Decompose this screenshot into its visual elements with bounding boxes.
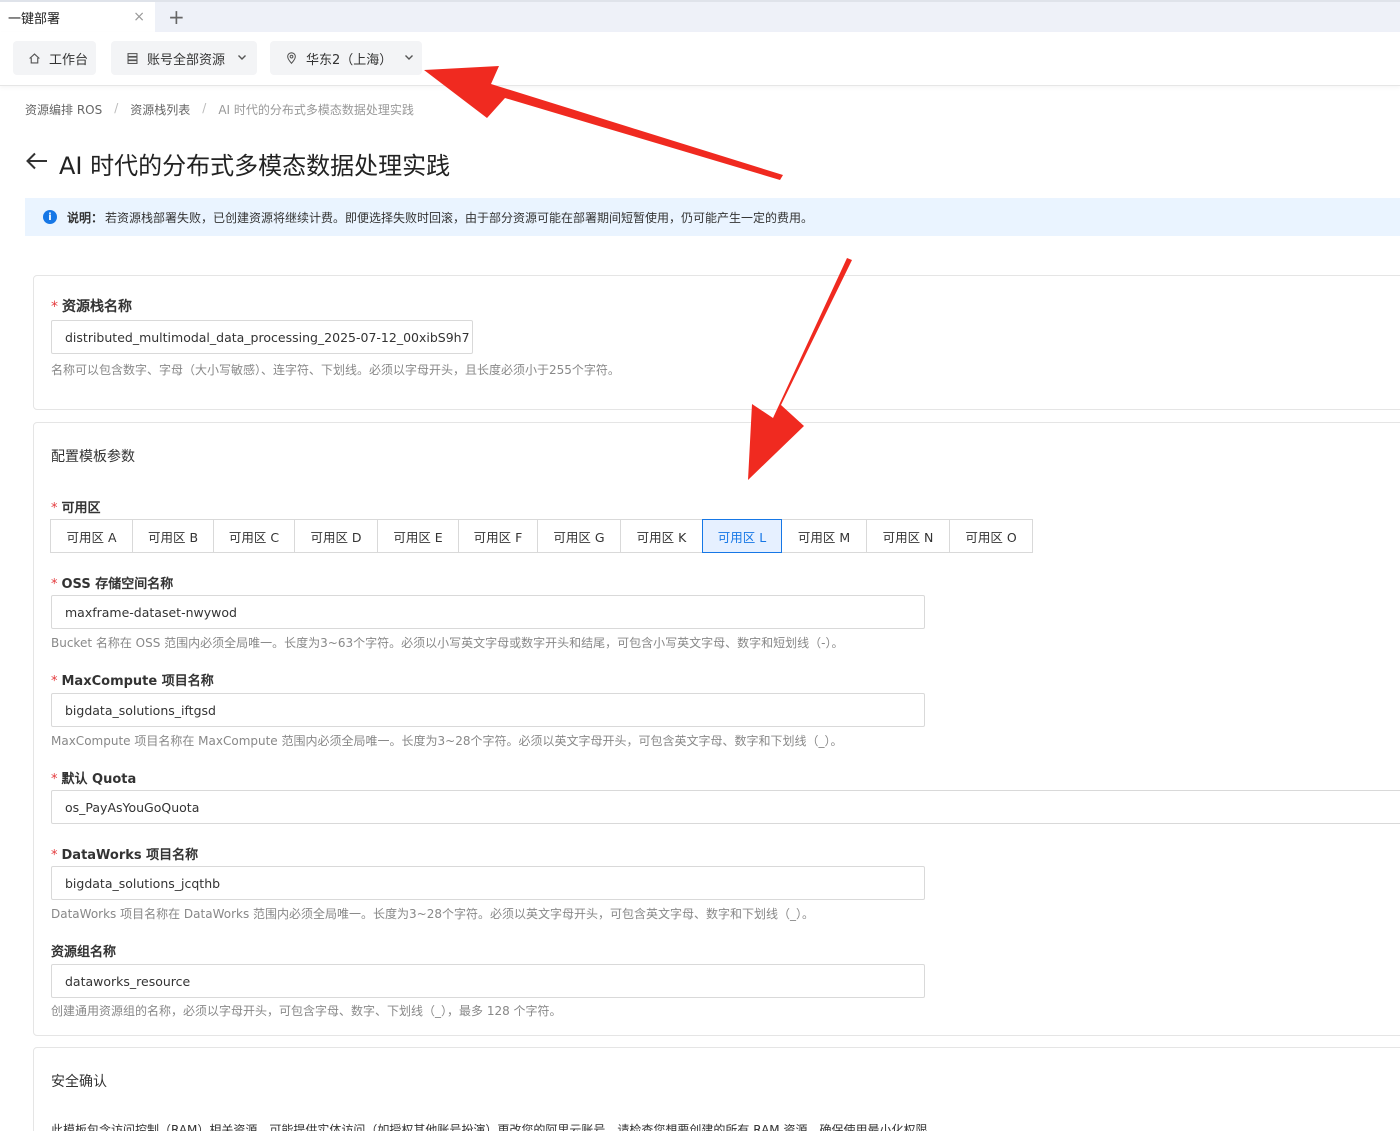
database-icon <box>125 51 139 65</box>
add-tab-icon[interactable]: + <box>168 5 185 29</box>
quota-input[interactable]: os_PayAsYouGoQuota <box>51 790 1400 824</box>
tab-one-click-deploy[interactable]: 一键部署 × <box>0 2 155 33</box>
breadcrumb-stack-list[interactable]: 资源栈列表 <box>130 101 190 118</box>
security-text: 此模板包含访问控制（RAM）相关资源，可能提供实体访问（如授权其他账号扮演）更改… <box>51 1123 940 1131</box>
zone-option[interactable]: 可用区 B <box>132 519 214 553</box>
security-confirm-card: 安全确认 此模板包含访问控制（RAM）相关资源，可能提供实体访问（如授权其他账号… <box>33 1047 1400 1131</box>
breadcrumb-separator: / <box>114 101 119 115</box>
zone-option[interactable]: 可用区 L <box>702 519 782 553</box>
region-selector[interactable]: 华东2（上海） <box>270 41 422 75</box>
config-section-title: 配置模板参数 <box>51 449 135 465</box>
maxcompute-label: * MaxCompute 项目名称 <box>51 674 214 689</box>
dataworks-help: DataWorks 项目名称在 DataWorks 范围内必须全局唯一。长度为3… <box>51 907 814 921</box>
zone-option[interactable]: 可用区 G <box>537 519 621 553</box>
close-icon[interactable]: × <box>133 9 145 25</box>
zone-option[interactable]: 可用区 O <box>949 519 1033 553</box>
workbench-button[interactable]: 工作台 <box>13 41 96 75</box>
zone-option[interactable]: 可用区 K <box>620 519 703 553</box>
breadcrumb-current: AI 时代的分布式多模态数据处理实践 <box>218 103 414 117</box>
back-arrow-icon[interactable] <box>25 150 49 178</box>
zone-option[interactable]: 可用区 D <box>294 519 378 553</box>
account-resources-dropdown[interactable]: 账号全部资源 <box>111 41 257 75</box>
info-notice: i 说明： 若资源栈部署失败，已创建资源将继续计费。即便选择失败时回滚，由于部分… <box>25 198 1400 236</box>
maxcompute-project-input[interactable]: bigdata_solutions_iftgsd <box>51 693 925 727</box>
stack-name-help: 名称可以包含数字、字母（大小写敏感）、连字符、下划线。必须以字母开头，且长度必须… <box>51 363 620 377</box>
tab-bar: 一键部署 × + <box>0 0 1400 33</box>
oss-help: Bucket 名称在 OSS 范围内必须全局唯一。长度为3~63个字符。必须以小… <box>51 636 844 650</box>
chevron-down-icon <box>404 52 414 65</box>
zone-selector: 可用区 A 可用区 B 可用区 C 可用区 D 可用区 E 可用区 F 可用区 G 可用区 K… <box>50 519 1033 553</box>
maxcompute-help: MaxCompute 项目名称在 MaxCompute 范围内必须全局唯一。长度… <box>51 734 843 748</box>
home-icon <box>27 51 41 65</box>
workbench-label: 工作台 <box>49 52 89 68</box>
notice-text: 若资源栈部署失败，已创建资源将继续计费。即便选择失败时回滚，由于部分资源可能在部… <box>105 210 814 225</box>
quota-label: * 默认 Quota <box>51 772 137 787</box>
dataworks-label: * DataWorks 项目名称 <box>51 848 199 863</box>
breadcrumb-ros[interactable]: 资源编排 ROS <box>25 101 102 118</box>
info-icon: i <box>43 210 57 224</box>
zone-option[interactable]: 可用区 N <box>866 519 950 553</box>
breadcrumb: 资源编排 ROS / 资源栈列表 / AI 时代的分布式多模态数据处理实践 <box>25 101 414 118</box>
resource-group-input[interactable]: dataworks_resource <box>51 964 925 998</box>
zone-option[interactable]: 可用区 C <box>213 519 295 553</box>
top-toolbar: 工作台 账号全部资源 华东2（上海） <box>0 32 1400 86</box>
dataworks-project-input[interactable]: bigdata_solutions_jcqthb <box>51 866 925 900</box>
security-section-title: 安全确认 <box>51 1074 107 1090</box>
resource-group-help: 创建通用资源组的名称，必须以字母开头，可包含字母、数字、下划线（_），最多 12… <box>51 1004 562 1018</box>
resource-group-label: 资源组名称 <box>51 945 117 960</box>
stack-name-input[interactable]: distributed_multimodal_data_processing_2… <box>51 320 473 354</box>
config-params-card: 配置模板参数 * 可用区 可用区 A 可用区 B 可用区 C 可用区 D 可用区 E 可用区… <box>33 422 1400 1036</box>
tab-title: 一键部署 <box>8 12 61 27</box>
location-pin-icon <box>284 51 298 65</box>
zone-label: * 可用区 <box>51 501 101 516</box>
region-label: 华东2（上海） <box>306 52 393 68</box>
zone-option[interactable]: 可用区 M <box>781 519 867 553</box>
stack-name-card: * 资源栈名称 distributed_multimodal_data_proce… <box>33 275 1400 410</box>
required-mark: * <box>51 299 58 315</box>
zone-option[interactable]: 可用区 F <box>458 519 538 553</box>
account-resources-label: 账号全部资源 <box>147 52 226 68</box>
oss-bucket-input[interactable]: maxframe-dataset-nwywod <box>51 595 925 629</box>
stack-name-label: * 资源栈名称 <box>51 299 132 315</box>
notice-label: 说明： <box>67 210 104 225</box>
zone-option[interactable]: 可用区 E <box>377 519 459 553</box>
oss-label: * OSS 存储空间名称 <box>51 577 174 592</box>
page-header: AI 时代的分布式多模态数据处理实践 <box>25 146 450 181</box>
zone-option[interactable]: 可用区 A <box>50 519 133 553</box>
chevron-down-icon <box>237 52 247 65</box>
breadcrumb-separator: / <box>202 101 207 115</box>
page-title: AI 时代的分布式多模态数据处理实践 <box>59 152 451 180</box>
